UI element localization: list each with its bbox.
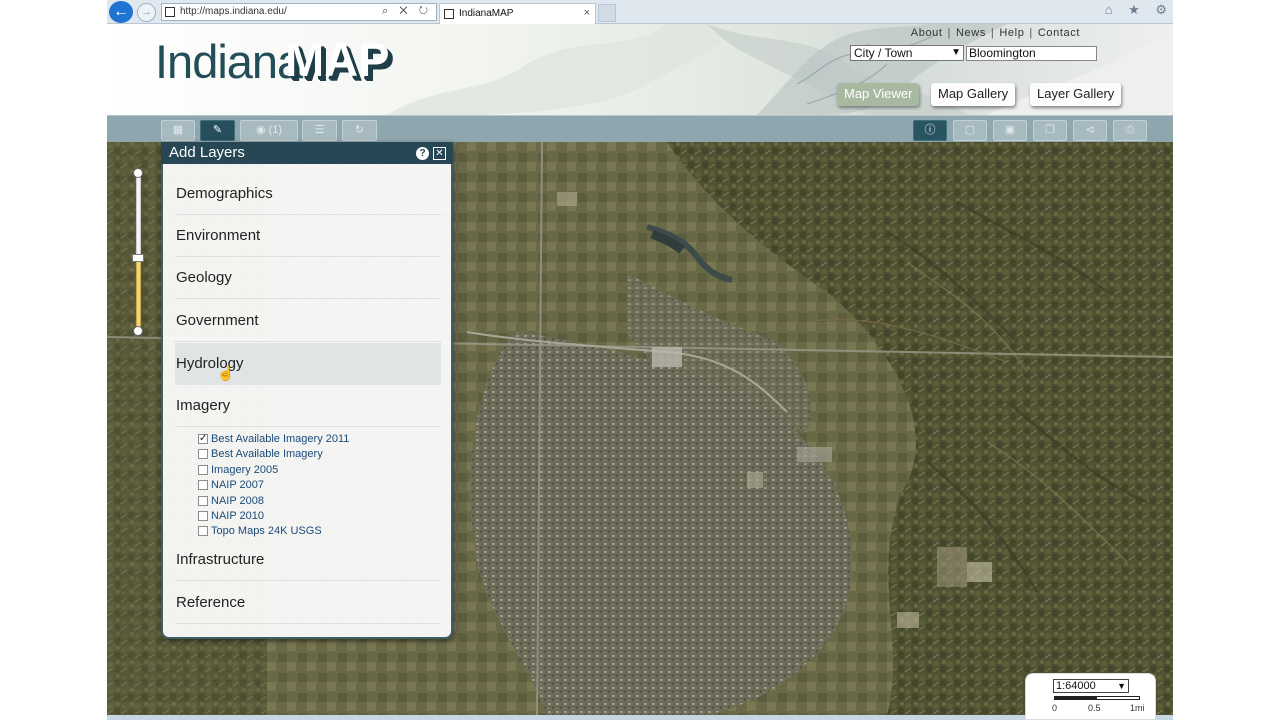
- layer-checkbox[interactable]: [198, 449, 208, 459]
- map-gallery-button[interactable]: Map Gallery: [931, 83, 1016, 106]
- legend-icon[interactable]: ☰: [302, 120, 337, 141]
- status-strip: [107, 715, 1173, 720]
- layer-checkbox[interactable]: [198, 496, 208, 506]
- tab-title: IndianaMAP: [459, 8, 514, 19]
- layer-label: Best Available Imagery: [211, 448, 323, 460]
- link-news[interactable]: News: [956, 27, 986, 39]
- forward-button[interactable]: →: [137, 3, 156, 22]
- layers-icon: ◉: [255, 124, 269, 136]
- category-hydrology[interactable]: Hydrology ☝: [175, 343, 441, 385]
- zoom-track-upper[interactable]: [136, 173, 141, 259]
- location-type-value: City / Town: [854, 46, 913, 60]
- zoom-slider[interactable]: [132, 168, 144, 336]
- zoom-out-icon[interactable]: [133, 326, 143, 336]
- back-button[interactable]: ←: [109, 1, 133, 23]
- location-type-select[interactable]: City / Town ▼: [850, 45, 964, 61]
- layer-list-button[interactable]: ◉ (1): [240, 120, 298, 141]
- layer-checkbox[interactable]: [198, 511, 208, 521]
- top-links: About | News | Help | Contact: [910, 27, 1080, 39]
- logo-text-map: MAP: [285, 33, 390, 86]
- compare-icon[interactable]: ❐: [1033, 120, 1067, 141]
- layer-label: NAIP 2007: [211, 479, 265, 491]
- location-search-input[interactable]: Bloomington: [966, 46, 1097, 61]
- panel-header: Add Layers ? ✕: [161, 142, 453, 164]
- address-bar[interactable]: http://maps.indiana.edu/ ⌕ ✕ ↻: [161, 3, 437, 21]
- layer-label: Topo Maps 24K USGS: [211, 525, 322, 537]
- print-icon[interactable]: ⎙: [1113, 120, 1147, 141]
- zoom-track-lower[interactable]: [136, 259, 141, 329]
- help-icon[interactable]: ?: [416, 147, 429, 160]
- close-icon[interactable]: ✕: [433, 147, 446, 160]
- link-about[interactable]: About: [911, 27, 943, 39]
- layer-gallery-button[interactable]: Layer Gallery: [1030, 83, 1122, 106]
- map-toolbar: ▦ ✎ ◉ (1) ☰ ↻ ⓘ ▢ ▣ ❐ ⊲ ⎙: [107, 115, 1173, 142]
- browser-chrome: ← → http://maps.indiana.edu/ ⌕ ✕ ↻ India…: [107, 0, 1173, 24]
- layer-checkbox[interactable]: [198, 526, 208, 536]
- site-header: Indiana MAP About | News | Help | Contact City…: [107, 24, 1173, 115]
- tab-close-icon[interactable]: ×: [584, 7, 590, 19]
- refresh-icon[interactable]: ↻: [342, 120, 377, 141]
- scale-label-0: 0: [1052, 703, 1058, 713]
- category-demographics[interactable]: Demographics: [175, 173, 441, 215]
- category-government[interactable]: Government: [175, 300, 441, 342]
- scale-label-1mi: 1mi: [1130, 703, 1145, 713]
- link-help[interactable]: Help: [999, 27, 1024, 39]
- chevron-down-icon: ▼: [1117, 681, 1126, 691]
- add-layers-panel: Add Layers ? ✕ Demographics Environment …: [161, 142, 453, 639]
- logo-text-indiana: Indiana: [155, 35, 303, 88]
- layer-checkbox[interactable]: [198, 465, 208, 475]
- layer-label: Imagery 2005: [211, 464, 279, 476]
- chevron-down-icon: ▼: [951, 47, 961, 58]
- category-infrastructure[interactable]: Infrastructure: [175, 539, 441, 581]
- page-favicon-icon: [165, 7, 175, 17]
- browser-tools-icons[interactable]: ⌂ ★ ⚙: [1103, 2, 1173, 18]
- layer-label: NAIP 2008: [211, 495, 265, 507]
- scale-value: 1:64000: [1056, 680, 1096, 692]
- new-tab-button[interactable]: [598, 4, 616, 22]
- browser-tab[interactable]: IndianaMAP ×: [439, 3, 596, 24]
- category-geology[interactable]: Geology: [175, 257, 441, 299]
- layer-checkbox[interactable]: [198, 480, 208, 490]
- identify-icon[interactable]: ⓘ: [913, 120, 947, 141]
- add-layers-icon[interactable]: ✎: [200, 120, 235, 141]
- layer-checkbox-checked[interactable]: ✓: [198, 434, 208, 444]
- link-contact[interactable]: Contact: [1038, 27, 1080, 39]
- tab-favicon-icon: [444, 9, 454, 19]
- scale-widget: 1:64000 ▼ 0 0.5 1mi: [1025, 673, 1156, 720]
- layer-count: (1): [268, 124, 283, 136]
- category-reference[interactable]: Reference: [175, 582, 441, 624]
- basemap-grid-icon[interactable]: ▦: [161, 120, 195, 141]
- address-tools-icons[interactable]: ⌕ ✕ ↻: [382, 5, 432, 18]
- panel-title: Add Layers: [169, 144, 245, 161]
- zoom-in-icon[interactable]: [133, 168, 143, 178]
- measure-icon[interactable]: ▢: [953, 120, 987, 141]
- map-viewer-button[interactable]: Map Viewer: [837, 83, 920, 106]
- scale-select[interactable]: 1:64000 ▼: [1053, 679, 1129, 693]
- zoom-handle[interactable]: [132, 254, 144, 262]
- scale-label-half: 0.5: [1088, 703, 1101, 713]
- address-url: http://maps.indiana.edu/: [180, 6, 287, 17]
- category-environment[interactable]: Environment: [175, 215, 441, 257]
- layer-label: Best Available Imagery 2011: [211, 433, 350, 445]
- scale-bar: [1054, 696, 1140, 700]
- share-icon[interactable]: ⊲: [1073, 120, 1107, 141]
- category-imagery[interactable]: Imagery: [175, 385, 441, 427]
- layer-label: NAIP 2010: [211, 510, 265, 522]
- browser-window: ← → http://maps.indiana.edu/ ⌕ ✕ ↻ India…: [107, 0, 1173, 720]
- overview-map-icon[interactable]: ▣: [993, 120, 1027, 141]
